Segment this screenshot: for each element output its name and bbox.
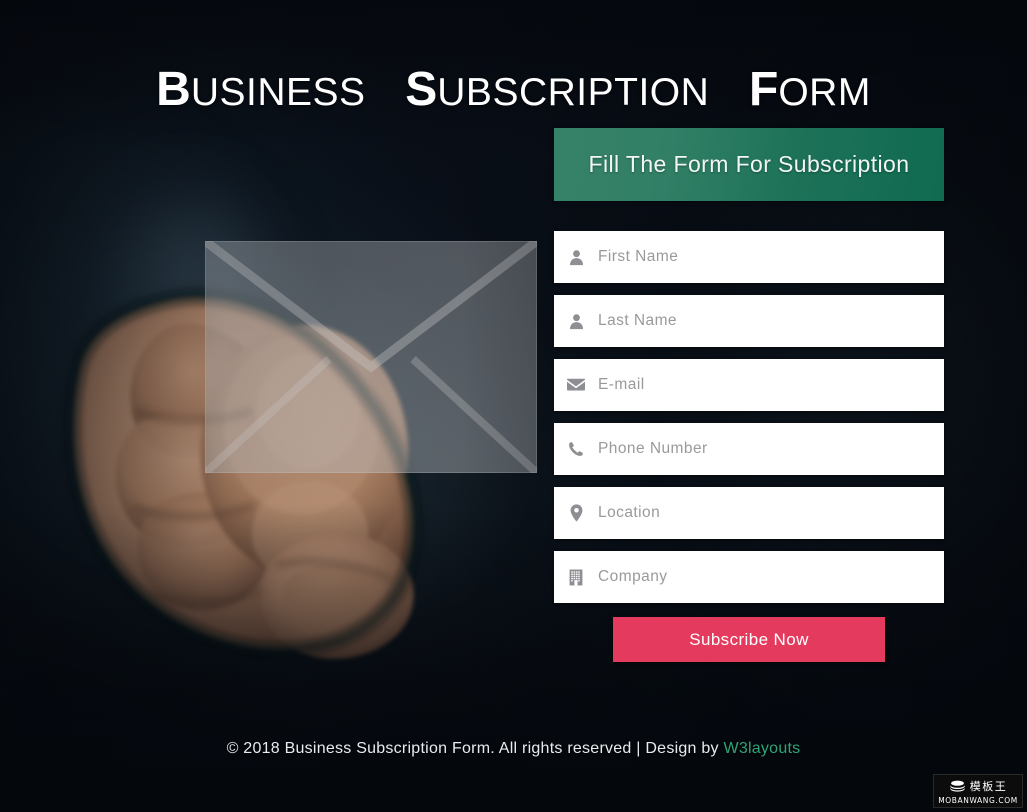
form-fields-list xyxy=(554,231,944,603)
field-last-name[interactable] xyxy=(554,295,944,347)
page-root: BUSINESS SUBSCRIPTION FORM Fill The Form… xyxy=(0,0,1027,812)
w3layouts-link[interactable]: W3layouts xyxy=(723,740,800,757)
page-title-rest: ORM xyxy=(778,71,871,115)
watermark-url: MOBANWANG.COM xyxy=(938,795,1018,805)
page-title-word: SUBSCRIPTION xyxy=(394,63,721,116)
building-icon xyxy=(554,569,598,586)
envelope-icon xyxy=(554,376,598,394)
company-input[interactable] xyxy=(598,551,944,603)
footer-text: © 2018 Business Subscription Form. All r… xyxy=(226,740,724,757)
page-title-initial: F xyxy=(748,63,779,117)
field-email[interactable] xyxy=(554,359,944,411)
page-title-rest: USINESS xyxy=(190,71,366,115)
subscription-form: Fill The Form For Subscription First Nam… xyxy=(554,128,944,662)
page-title-word: BUSINESS xyxy=(156,63,377,116)
watermark-label: 模板王 xyxy=(969,779,1008,793)
site-watermark: 模板王 MOBANWANG.COM xyxy=(933,774,1023,808)
email-input[interactable] xyxy=(598,359,944,411)
stacked-books-icon xyxy=(949,780,966,793)
page-title-rest: UBSCRIPTION xyxy=(437,71,710,115)
phone-number-input[interactable] xyxy=(598,423,944,475)
last-name-input[interactable] xyxy=(598,295,944,347)
map-pin-icon xyxy=(554,504,598,522)
first-name-input[interactable] xyxy=(598,231,944,283)
field-first-name[interactable] xyxy=(554,231,944,283)
subscribe-now-button[interactable]: Subscribe Now xyxy=(613,617,885,662)
field-company[interactable] xyxy=(554,551,944,603)
page-title-initial: S xyxy=(405,63,438,117)
page-title-word: FORM xyxy=(738,63,871,116)
location-input[interactable] xyxy=(598,487,944,539)
submit-row: Subscribe Now xyxy=(554,617,944,662)
user-icon xyxy=(554,249,598,266)
phone-icon xyxy=(554,441,598,457)
page-title: BUSINESS SUBSCRIPTION FORM xyxy=(0,62,1027,117)
user-icon xyxy=(554,313,598,330)
page-title-initial: B xyxy=(156,63,191,117)
footer-copyright: © 2018 Business Subscription Form. All r… xyxy=(0,740,1027,758)
field-location[interactable] xyxy=(554,487,944,539)
field-phone-number[interactable] xyxy=(554,423,944,475)
form-header-title: Fill The Form For Subscription xyxy=(554,128,944,201)
